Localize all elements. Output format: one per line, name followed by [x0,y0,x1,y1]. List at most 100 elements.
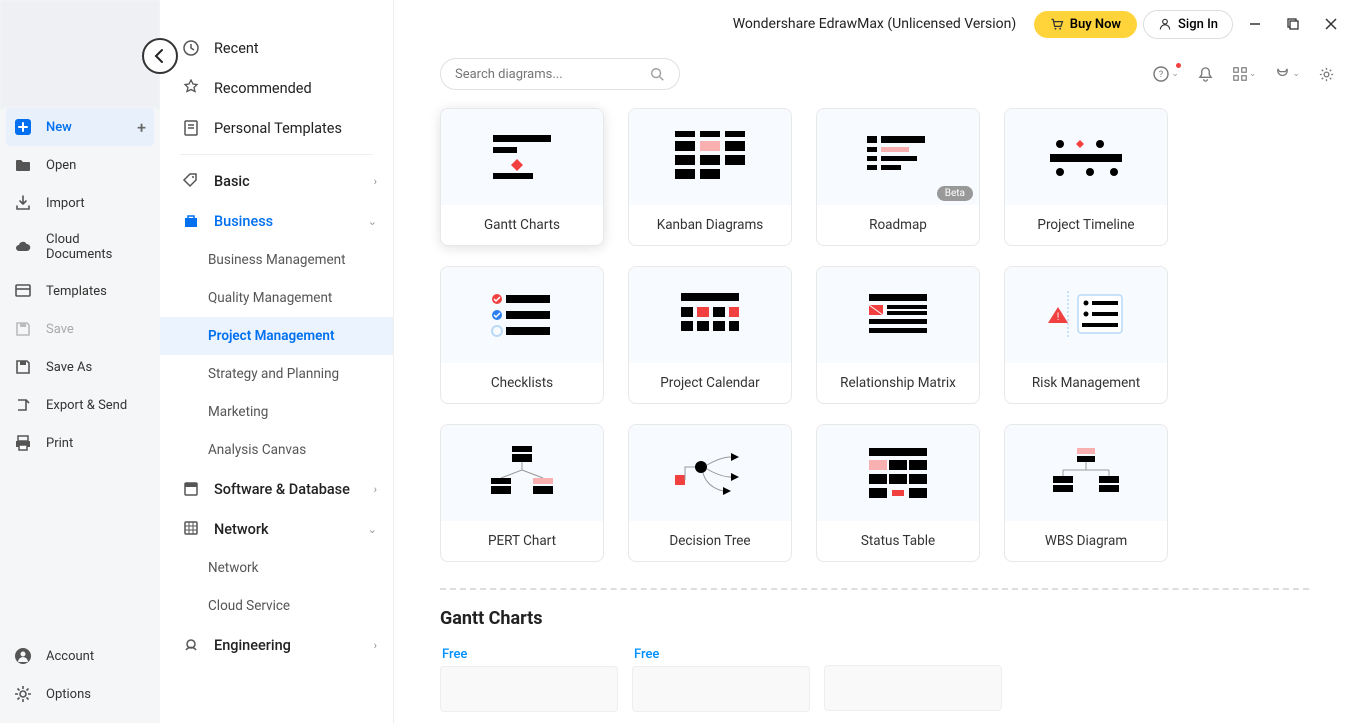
sidebar-new[interactable]: New + [6,108,154,146]
template-label: Project Calendar [629,363,791,403]
chevron-right-icon: › [374,175,377,188]
plus-square-icon [14,118,32,136]
gear-icon [14,685,32,703]
gallery-card[interactable]: Free [632,643,810,712]
gallery-card[interactable]: Free [440,643,618,712]
template-thumb [629,425,791,521]
business-icon [182,212,200,230]
sidebar-cloud[interactable]: Cloud Documents [0,222,160,272]
buy-now-button[interactable]: Buy Now [1034,11,1137,38]
settings-button[interactable] [1318,66,1335,83]
template-card-roadmap[interactable]: Beta Roadmap [816,108,980,246]
cat-sub-business-mgmt[interactable]: Business Management [160,241,393,279]
sidebar-export[interactable]: Export & Send [0,386,160,424]
file-sidebar: New + Open Import Cloud Documents Templa… [0,0,160,723]
template-thumb [629,109,791,205]
import-icon [14,194,32,212]
cat-label: Network [214,521,269,538]
sidebar-label: New [46,120,72,135]
content-area: Gantt Charts Kanban Diagrams Beta Roadma… [394,100,1355,723]
signin-button[interactable]: Sign In [1143,10,1233,39]
user-icon [14,647,32,665]
template-card-status[interactable]: Status Table [816,424,980,562]
sidebar-import[interactable]: Import [0,184,160,222]
add-icon[interactable]: + [137,118,146,137]
theme-button[interactable]: ⌄ [1274,66,1300,83]
help-button[interactable]: ?⌄ [1152,65,1179,83]
gallery-card[interactable] [824,643,1002,712]
template-card-decision[interactable]: Decision Tree [628,424,792,562]
cat-label: Recommended [214,80,312,97]
cat-basic[interactable]: Basic › [160,161,393,201]
cat-personal[interactable]: Personal Templates [160,108,393,148]
cat-sub-cloud[interactable]: Cloud Service [160,587,393,625]
minimize-button[interactable] [1239,8,1271,40]
cat-sub-quality-mgmt[interactable]: Quality Management [160,279,393,317]
divider [180,154,373,155]
beta-badge: Beta [937,186,973,201]
template-label: Risk Management [1005,363,1167,403]
gallery-row: Free Free [440,643,1309,712]
template-thumb [441,267,603,363]
cat-recommended[interactable]: Recommended [160,68,393,108]
cat-label: Software & Database [214,481,350,498]
sidebar-print[interactable]: Print [0,424,160,462]
svg-text:?: ? [1159,70,1163,80]
sidebar-saveas[interactable]: Save As [0,348,160,386]
template-card-timeline[interactable]: Project Timeline [1004,108,1168,246]
svg-text:!: ! [1057,312,1060,323]
sidebar-account[interactable]: Account [0,637,160,675]
search-box[interactable] [440,58,680,90]
template-card-wbs[interactable]: WBS Diagram [1004,424,1168,562]
template-label: Decision Tree [629,521,791,561]
cat-recent[interactable]: Recent [160,28,393,68]
saveas-icon [14,358,32,376]
network-icon [182,520,200,538]
cat-network[interactable]: Network ⌄ [160,509,393,549]
buy-label: Buy Now [1070,17,1121,32]
cat-label: Business [214,213,273,230]
cat-engineering[interactable]: Engineering › [160,625,393,665]
user-icon [1158,17,1172,31]
sidebar-label: Save [46,322,74,337]
apps-button[interactable]: ⌄ [1232,66,1257,82]
sidebar-templates[interactable]: Templates [0,272,160,310]
gallery-thumb [824,665,1002,711]
notifications-button[interactable] [1197,66,1214,83]
template-grid: Gantt Charts Kanban Diagrams Beta Roadma… [440,108,1309,562]
sidebar-open[interactable]: Open [0,146,160,184]
template-card-relmatrix[interactable]: Relationship Matrix [816,266,980,404]
cat-sub-analysis[interactable]: Analysis Canvas [160,431,393,469]
cat-software[interactable]: Software & Database › [160,469,393,509]
cat-sub-strategy[interactable]: Strategy and Planning [160,355,393,393]
free-label: Free [440,643,618,666]
badge-icon [182,79,200,97]
print-icon [14,434,32,452]
template-card-calendar[interactable]: Project Calendar [628,266,792,404]
template-thumb [1005,109,1167,205]
cat-sub-network[interactable]: Network [160,549,393,587]
maximize-button[interactable] [1277,8,1309,40]
cat-sub-marketing[interactable]: Marketing [160,393,393,431]
cat-label: Engineering [214,637,291,654]
template-card-kanban[interactable]: Kanban Diagrams [628,108,792,246]
search-input[interactable] [455,67,649,82]
template-thumb [817,425,979,521]
sidebar-label: Export & Send [46,398,127,413]
template-card-gantt[interactable]: Gantt Charts [440,108,604,246]
template-label: Status Table [817,521,979,561]
template-label: Relationship Matrix [817,363,979,403]
sidebar-label: Cloud Documents [46,232,146,262]
sidebar-options[interactable]: Options [0,675,160,713]
cat-sub-project-mgmt[interactable]: Project Management [160,317,393,355]
cat-label: Personal Templates [214,120,342,137]
template-card-checklists[interactable]: Checklists [440,266,604,404]
back-button[interactable] [142,38,178,74]
template-thumb: Beta [817,109,979,205]
template-label: Checklists [441,363,603,403]
cat-business[interactable]: Business ⌄ [160,201,393,241]
template-card-risk[interactable]: ! Risk Management [1004,266,1168,404]
clock-icon [182,39,200,57]
template-card-pert[interactable]: PERT Chart [440,424,604,562]
close-button[interactable] [1315,8,1347,40]
